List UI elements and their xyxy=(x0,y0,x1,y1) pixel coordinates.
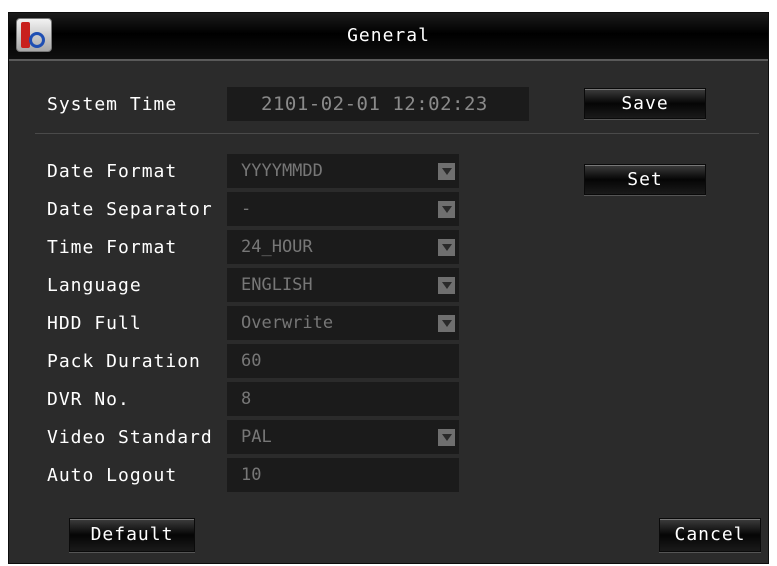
dropdown-arrow-icon[interactable] xyxy=(438,163,455,180)
section-divider xyxy=(35,133,759,134)
dropdown-arrow-icon[interactable] xyxy=(438,201,455,218)
date-separator-value: - xyxy=(241,199,252,219)
auto-logout-input[interactable]: 10 xyxy=(227,458,459,492)
dropdown-arrow-icon[interactable] xyxy=(438,277,455,294)
cancel-button[interactable]: Cancel xyxy=(659,518,761,552)
system-time-field[interactable]: 2101-02-01 12:02:23 xyxy=(227,87,529,121)
title-bar: General xyxy=(9,13,768,61)
hdd-full-label: HDD Full xyxy=(47,313,142,334)
pack-duration-input[interactable]: 60 xyxy=(227,344,459,378)
dropdown-arrow-icon[interactable] xyxy=(438,315,455,332)
dvr-no-input[interactable]: 8 xyxy=(227,382,459,416)
time-format-select[interactable]: 24_HOUR xyxy=(227,230,459,264)
date-format-select[interactable]: YYYYMMDD xyxy=(227,154,459,188)
dropdown-arrow-icon[interactable] xyxy=(438,239,455,256)
pack-duration-label: Pack Duration xyxy=(47,351,201,372)
dropdown-arrow-icon[interactable] xyxy=(438,429,455,446)
system-time-label: System Time xyxy=(47,94,178,115)
time-format-label: Time Format xyxy=(47,237,178,258)
time-format-value: 24_HOUR xyxy=(241,237,313,257)
general-settings-window: General System Time 2101-02-01 12:02:23 … xyxy=(8,12,769,564)
auto-logout-label: Auto Logout xyxy=(47,465,178,486)
language-select[interactable]: ENGLISH xyxy=(227,268,459,302)
date-format-label: Date Format xyxy=(47,161,178,182)
date-separator-label: Date Separator xyxy=(47,199,213,220)
language-label: Language xyxy=(47,275,142,296)
default-button[interactable]: Default xyxy=(69,518,195,552)
language-value: ENGLISH xyxy=(241,275,313,295)
save-button[interactable]: Save xyxy=(584,88,706,119)
date-separator-select[interactable]: - xyxy=(227,192,459,226)
hdd-full-select[interactable]: Overwrite xyxy=(227,306,459,340)
video-standard-value: PAL xyxy=(241,427,272,447)
dvr-no-label: DVR No. xyxy=(47,389,130,410)
window-title: General xyxy=(347,25,430,46)
hdd-full-value: Overwrite xyxy=(241,313,334,333)
date-format-value: YYYYMMDD xyxy=(241,161,323,181)
video-standard-select[interactable]: PAL xyxy=(227,420,459,454)
video-standard-label: Video Standard xyxy=(47,427,213,448)
set-button[interactable]: Set xyxy=(584,164,706,195)
